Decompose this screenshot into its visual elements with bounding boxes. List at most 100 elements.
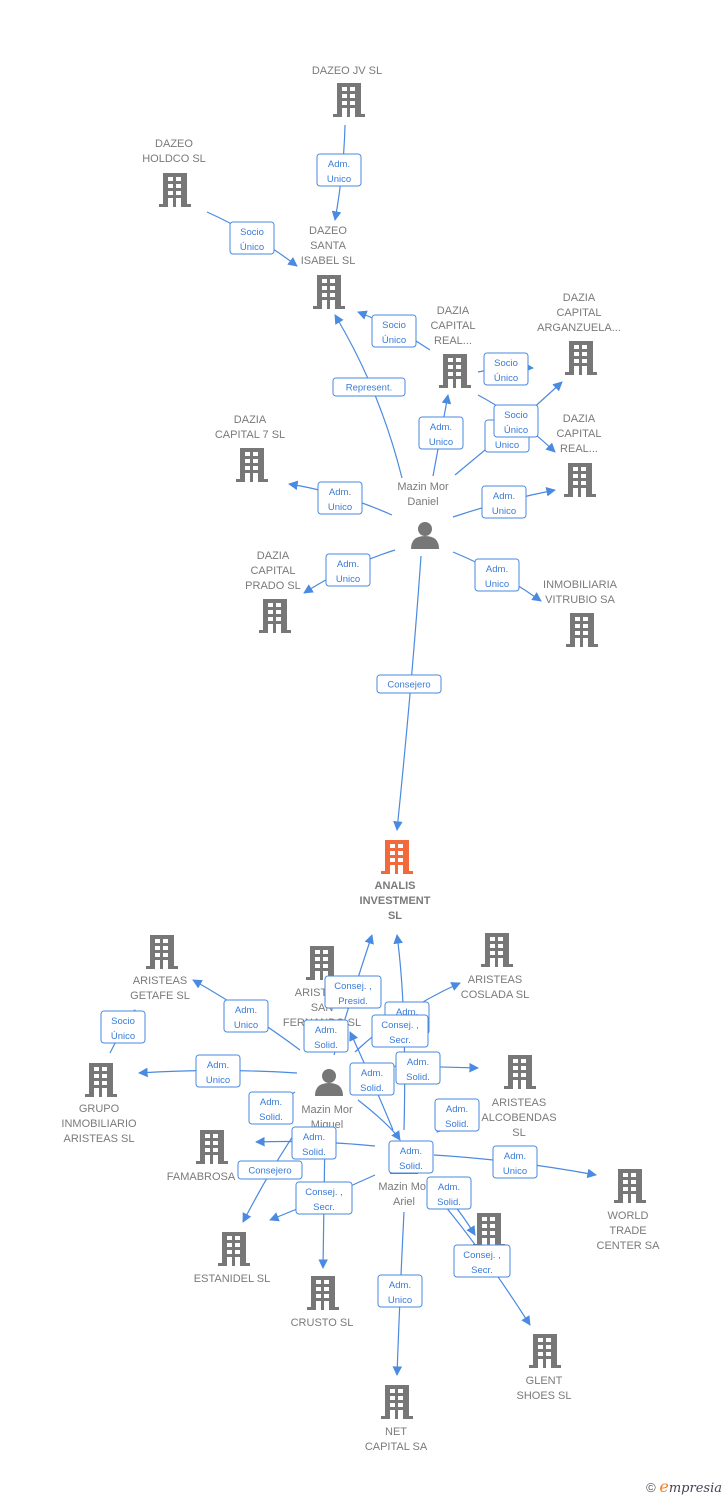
building-icon	[565, 341, 597, 375]
node-label: REAL...	[560, 443, 598, 455]
relation-label[interactable]: Adm. Unico	[481, 485, 527, 519]
relation-text: Adm.	[207, 1060, 229, 1071]
node-label: HOLDCO SL	[142, 153, 206, 165]
node-getafe[interactable]: ARISTEAS GETAFE SL	[130, 935, 190, 1002]
relation-text: Unico	[328, 502, 352, 513]
relation-label[interactable]: Socio Único	[229, 221, 275, 255]
node-wtc[interactable]: WORLD TRADE CENTER SA	[597, 1169, 661, 1252]
node-dazeo_holdco[interactable]: DAZEO HOLDCO SL	[142, 138, 206, 207]
node-label: CRUSTO SL	[291, 1317, 354, 1329]
node-net[interactable]: NET CAPITAL SA	[365, 1385, 428, 1453]
relation-label[interactable]: Socio Único	[371, 314, 417, 348]
node-vitrubio[interactable]: INMOBILIARIA VITRUBIO SA	[543, 579, 618, 647]
relation-text: Adm.	[504, 1151, 526, 1162]
relation-text: Adm.	[407, 1057, 429, 1068]
relation-text: Unico	[495, 440, 519, 451]
relation-label[interactable]: Adm. Unico	[325, 553, 371, 587]
relation-label[interactable]: Adm. Solid.	[434, 1098, 480, 1132]
relation-label[interactable]: Adm. Unico	[316, 153, 362, 187]
node-daniel[interactable]: Mazin Mor Daniel	[397, 481, 449, 549]
node-label: ARISTEAS	[468, 974, 522, 986]
relation-text: Solid.	[360, 1083, 384, 1094]
relation-text: Solid.	[399, 1161, 423, 1172]
relation-label[interactable]: Adm. Solid.	[248, 1091, 294, 1125]
person-icon	[411, 522, 439, 549]
node-analis[interactable]: ANALIS INVESTMENT SL	[360, 840, 431, 922]
relation-label[interactable]: Adm. Unico	[418, 416, 464, 450]
relation-label[interactable]: Consejero	[237, 1160, 303, 1180]
relation-label[interactable]: Consej. , Secr.	[371, 1014, 429, 1048]
node-label: DAZIA	[234, 414, 267, 426]
node-dazeo_santa[interactable]: DAZEO SANTA ISABEL SL	[301, 225, 356, 309]
relation-label[interactable]: Socio Único	[493, 404, 539, 438]
relation-label[interactable]: Adm. Solid.	[291, 1126, 337, 1160]
relation-label[interactable]: Socio Único	[483, 352, 529, 386]
relation-label[interactable]: Consej. , Presid.	[324, 975, 382, 1009]
node-label: SHOES SL	[516, 1390, 571, 1402]
relation-text: Adm.	[430, 422, 452, 433]
node-grupo[interactable]: GRUPO INMOBILIARIO ARISTEAS SL	[61, 1063, 137, 1145]
relation-label[interactable]: Consej. , Secr.	[295, 1181, 353, 1215]
relation-text: Unico	[485, 579, 509, 590]
building-icon	[259, 599, 291, 633]
node-label: CAPITAL	[556, 307, 601, 319]
node-glent[interactable]: GLENT SHOES SL	[516, 1334, 572, 1402]
building-icon	[381, 1385, 413, 1419]
node-crusto[interactable]: CRUSTO SL	[291, 1276, 354, 1329]
relation-text: Solid.	[314, 1040, 338, 1051]
node-label: WORLD	[608, 1210, 649, 1222]
relation-text: Unico	[206, 1075, 230, 1086]
node-dazia_real2[interactable]: DAZIA CAPITAL REAL...	[556, 413, 602, 497]
node-label: ARISTEAS	[133, 975, 187, 987]
node-famabrosa[interactable]: FAMABROSA	[167, 1130, 236, 1183]
relation-text: Socio	[494, 358, 518, 369]
copyright-footer: © empresia	[646, 1477, 722, 1496]
building-icon	[439, 354, 471, 388]
relation-label[interactable]: Adm. Solid.	[349, 1062, 395, 1096]
building-icon	[196, 1130, 228, 1164]
relation-text: Unico	[336, 574, 360, 585]
building-icon	[236, 448, 268, 482]
relation-label[interactable]: Consejero	[376, 674, 442, 694]
relation-label[interactable]: Socio Único	[100, 1010, 146, 1044]
node-miguel[interactable]: Mazin MorMiguel	[301, 1069, 353, 1131]
node-label: Mazin Mor	[378, 1181, 430, 1193]
node-label: Mazin Mor	[397, 481, 449, 493]
relation-label[interactable]: Adm. Unico	[317, 481, 363, 515]
node-label: CAPITAL	[430, 320, 475, 332]
node-label: ISABEL SL	[301, 255, 356, 267]
node-label: PRADO SL	[245, 580, 301, 592]
node-label: TRADE	[609, 1225, 646, 1237]
node-dazia_7[interactable]: DAZIA CAPITAL 7 SL	[215, 414, 285, 482]
relation-label[interactable]: Consej. , Secr.	[453, 1244, 511, 1278]
relation-text: Único	[111, 1031, 135, 1042]
relation-text: Unico	[234, 1020, 258, 1031]
relation-text: Consejero	[387, 680, 430, 691]
relation-label[interactable]: Adm. Solid.	[426, 1176, 472, 1210]
relation-label[interactable]: Adm. Solid.	[388, 1140, 434, 1174]
relation-text: Adm.	[438, 1182, 460, 1193]
node-coslada[interactable]: ARISTEAS COSLADA SL	[461, 933, 529, 1001]
node-label: Mazin Mor	[301, 1104, 353, 1116]
node-estanidel[interactable]: ESTANIDEL SL	[194, 1232, 270, 1285]
relation-text: Secr.	[313, 1202, 335, 1213]
building-icon	[473, 1213, 505, 1247]
relation-label[interactable]: Adm. Solid.	[395, 1051, 441, 1085]
relation-label[interactable]: Adm. Solid.	[303, 1019, 349, 1053]
relation-label[interactable]: Adm. Unico	[195, 1054, 241, 1088]
node-dazia_prado[interactable]: DAZIA CAPITAL PRADO SL	[245, 550, 301, 633]
relation-label[interactable]: Represent.	[332, 377, 406, 397]
node-label: CAPITAL	[250, 565, 295, 577]
relation-text: Adm.	[328, 159, 350, 170]
node-dazia_arg[interactable]: DAZIA CAPITAL ARGANZUELA...	[537, 292, 621, 375]
node-label: ARGANZUELA...	[537, 322, 621, 334]
relation-label[interactable]: Adm. Unico	[223, 999, 269, 1033]
node-alcobendas[interactable]: ARISTEAS ALCOBENDAS SL	[481, 1055, 557, 1139]
node-dazeo_jv[interactable]: DAZEO JV SL	[312, 65, 382, 117]
empresia-logo[interactable]: empresia	[659, 1477, 722, 1496]
node-dazia_real1[interactable]: DAZIA CAPITAL REAL...	[430, 305, 476, 388]
relation-label[interactable]: Adm. Unico	[474, 558, 520, 592]
relation-label[interactable]: Adm. Unico	[492, 1145, 538, 1179]
building-icon	[307, 1276, 339, 1310]
relation-label[interactable]: Adm. Unico	[377, 1274, 423, 1308]
